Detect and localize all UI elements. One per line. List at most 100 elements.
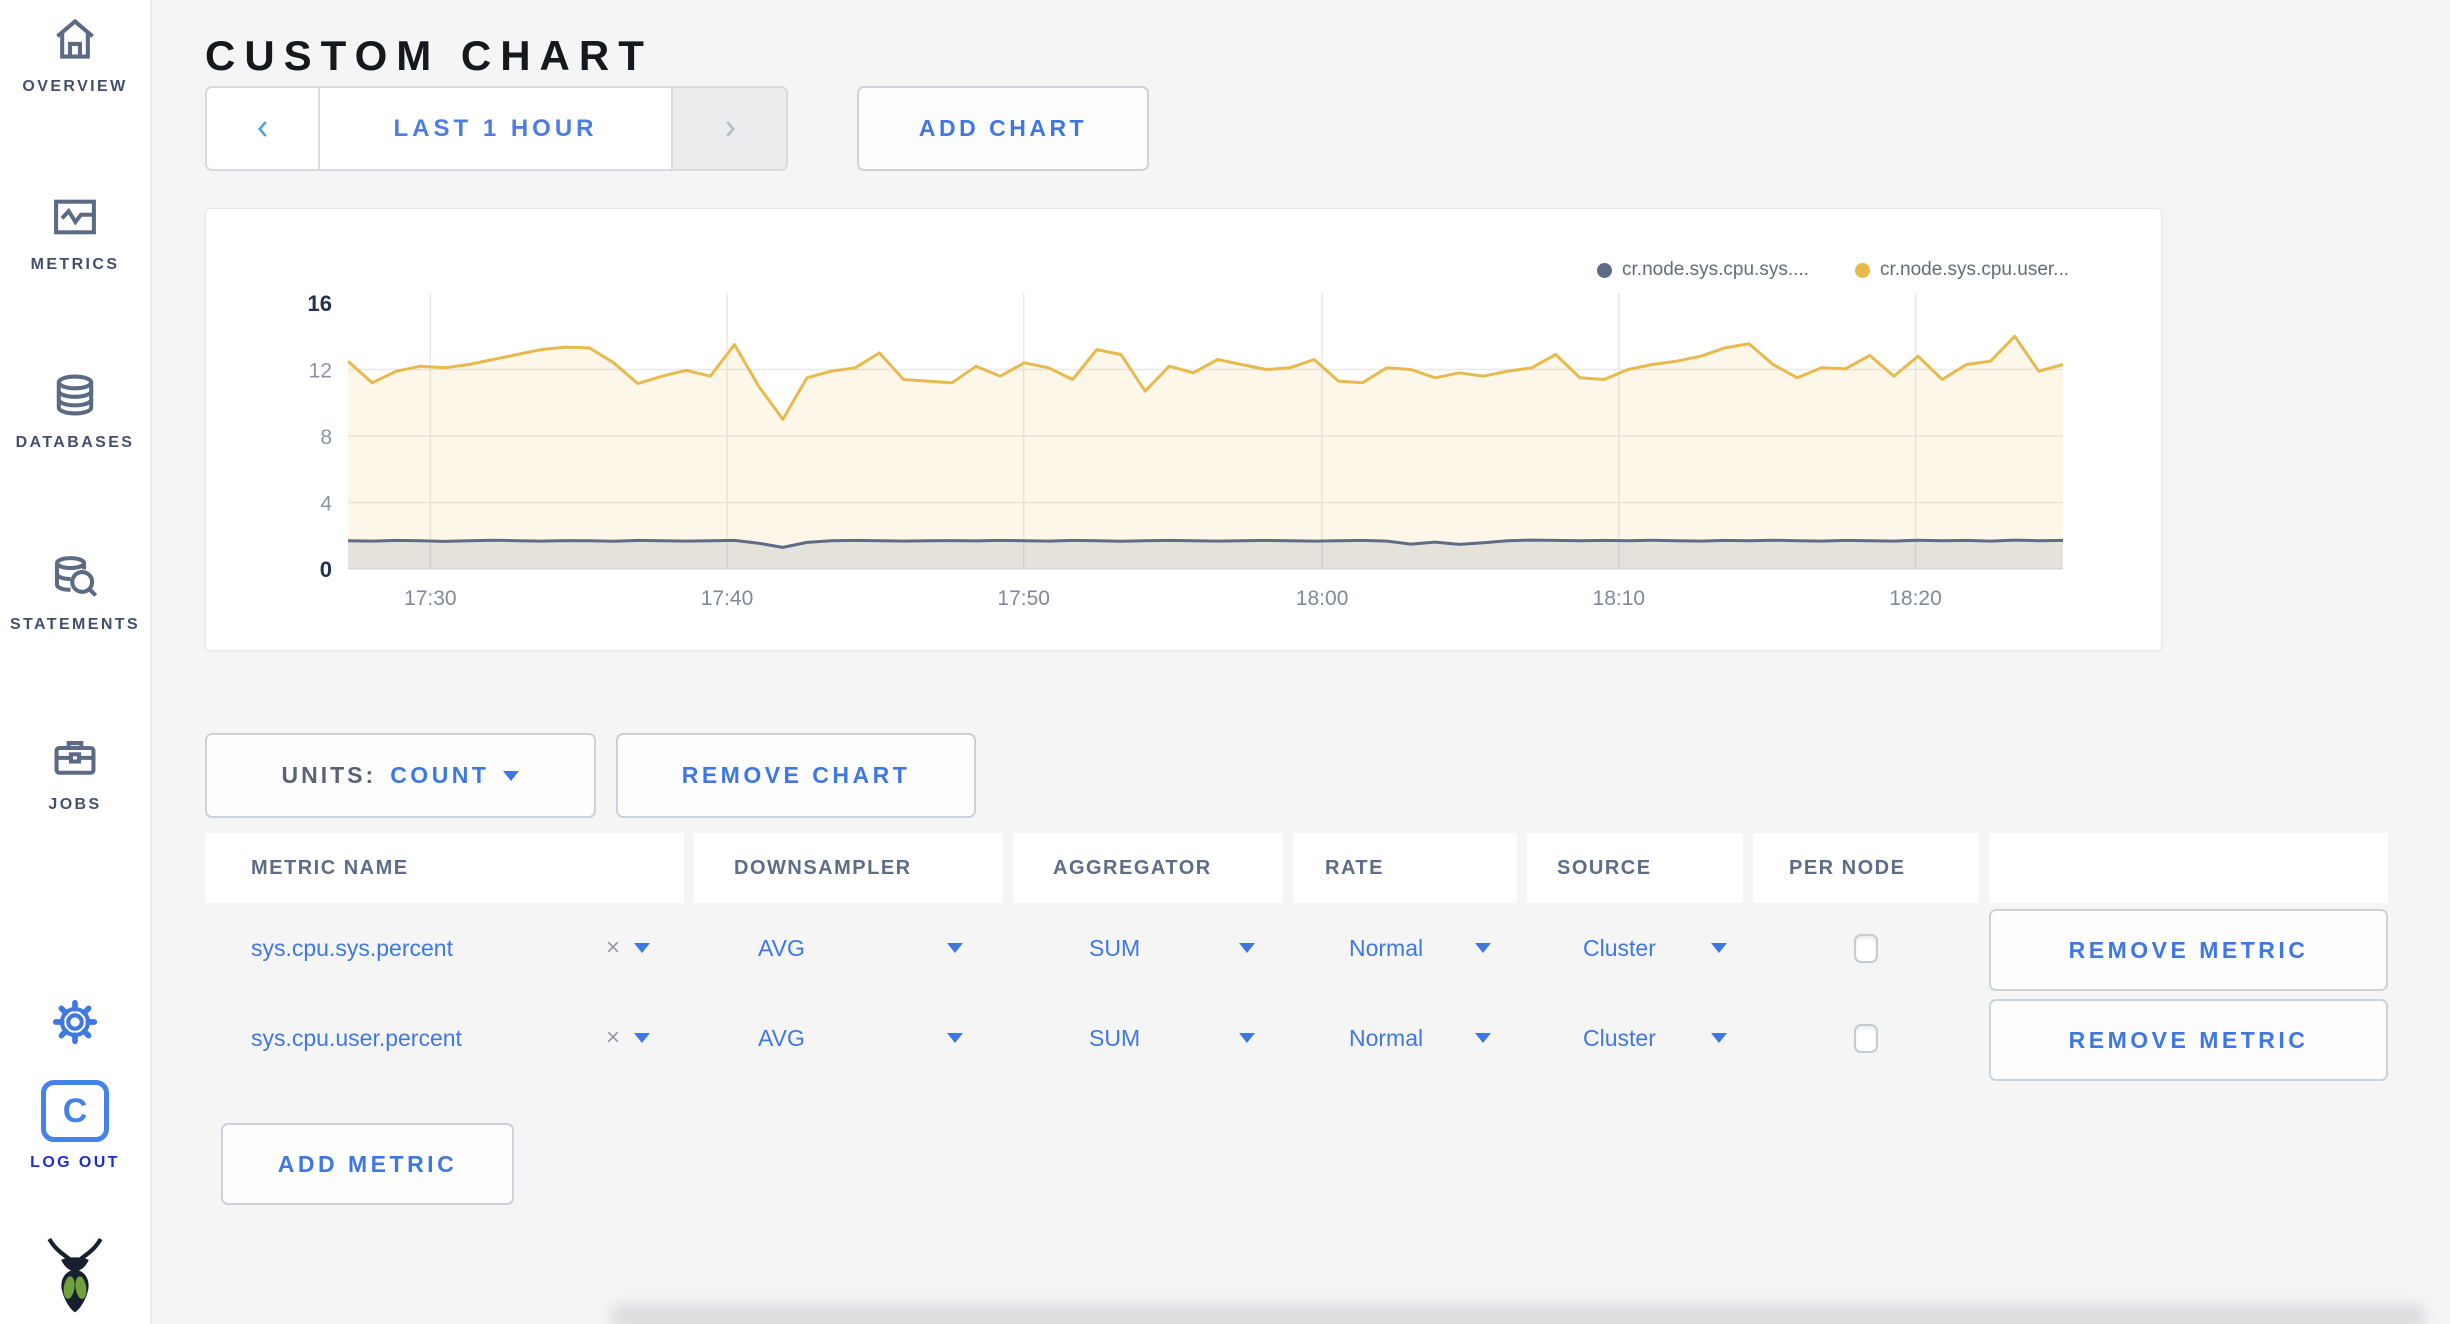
svg-text:18:00: 18:00	[1296, 587, 1349, 610]
per-node-checkbox[interactable]	[1854, 1023, 1878, 1053]
column-header: PER NODE	[1753, 833, 1979, 903]
legend-dot	[1597, 262, 1613, 278]
clear-metric-icon[interactable]: ×	[606, 1024, 620, 1052]
chevron-down-icon[interactable]	[634, 943, 650, 953]
column-header	[1989, 833, 2388, 903]
sidebar-item-label: STATEMENTS	[9, 616, 141, 633]
jobs-briefcase-icon	[54, 741, 96, 775]
sidebar-item-metrics[interactable]: METRICS	[0, 190, 150, 274]
source-cell: Cluster	[1527, 903, 1743, 993]
aggregator-value: SUM	[1089, 1024, 1141, 1051]
svg-text:17:40: 17:40	[701, 587, 754, 610]
sidebar-item-databases[interactable]: DATABASES	[0, 368, 150, 452]
svg-text:17:50: 17:50	[997, 587, 1050, 610]
bottom-scroll-shadow	[610, 1304, 2426, 1324]
downsampler-dropdown[interactable]: AVG	[758, 1025, 963, 1052]
svg-text:4: 4	[320, 493, 332, 516]
sidebar-item-jobs[interactable]: JOBS	[0, 730, 150, 814]
svg-text:0: 0	[320, 557, 332, 582]
chevron-down-icon	[1711, 943, 1727, 953]
sidebar-item-statements[interactable]: STATEMENTS	[0, 550, 150, 634]
aggregator-dropdown[interactable]: SUM	[1089, 1025, 1255, 1052]
downsampler-cell: AVG	[694, 903, 1003, 993]
remove-metric-button[interactable]: REMOVE METRIC	[1989, 999, 2388, 1081]
sidebar-item-label: OVERVIEW	[22, 78, 128, 95]
sidebar-item-logout[interactable]: C LOG OUT	[0, 1080, 150, 1172]
svg-text:8: 8	[320, 426, 332, 449]
metrics-graph-icon	[54, 199, 96, 235]
aggregator-value: SUM	[1089, 934, 1141, 961]
chevron-down-icon	[1239, 943, 1255, 953]
legend-item: cr.node.sys.cpu.user...	[1854, 259, 2069, 281]
downsampler-cell: AVG	[694, 993, 1003, 1083]
statements-search-icon	[54, 556, 98, 597]
legend-label: cr.node.sys.cpu.user...	[1879, 259, 2069, 280]
legend-item: cr.node.sys.cpu.sys....	[1597, 259, 1809, 281]
column-header: SOURCE	[1527, 833, 1743, 903]
chart-card: cr.node.sys.cpu.sys.... cr.node.sys.cpu.…	[205, 208, 2162, 651]
aggregator-dropdown[interactable]: SUM	[1089, 935, 1255, 962]
sidebar-item-label: DATABASES	[15, 434, 135, 451]
metrics-table: METRIC NAME DOWNSAMPLER AGGREGATOR RATE …	[205, 833, 2388, 1083]
chevron-down-icon	[947, 943, 963, 953]
legend-label: cr.node.sys.cpu.sys....	[1622, 259, 1809, 280]
database-icon	[56, 374, 94, 416]
table-row-metric-name: sys.cpu.user.percent ×	[205, 993, 684, 1083]
chevron-down-icon	[1475, 1033, 1491, 1043]
remove-metric-cell: REMOVE METRIC	[1989, 903, 2388, 993]
per-node-cell	[1753, 903, 1979, 993]
column-header: AGGREGATOR	[1013, 833, 1283, 903]
time-prev-button[interactable]	[207, 88, 320, 169]
add-metric-button[interactable]: ADD METRIC	[221, 1123, 514, 1205]
units-label: UNITS:	[281, 762, 377, 788]
svg-text:16: 16	[308, 291, 332, 316]
chevron-down-icon[interactable]	[634, 1033, 650, 1043]
downsampler-value: AVG	[758, 934, 805, 961]
time-range-dropdown[interactable]: LAST 1 HOUR	[320, 88, 671, 169]
source-dropdown[interactable]: Cluster	[1583, 1025, 1727, 1052]
metric-name-value[interactable]: sys.cpu.user.percent	[251, 1025, 462, 1052]
source-value: Cluster	[1583, 934, 1656, 961]
chevron-left-icon	[257, 120, 267, 137]
units-dropdown[interactable]: UNITS: COUNT	[205, 733, 596, 818]
aggregator-cell: SUM	[1013, 993, 1283, 1083]
per-node-checkbox[interactable]	[1854, 933, 1878, 963]
add-chart-button[interactable]: ADD CHART	[857, 86, 1149, 171]
source-dropdown[interactable]: Cluster	[1583, 935, 1727, 962]
column-header: METRIC NAME	[205, 833, 684, 903]
sidebar-item-label: METRICS	[30, 256, 120, 273]
rate-dropdown[interactable]: Normal	[1349, 935, 1491, 962]
downsampler-dropdown[interactable]: AVG	[758, 935, 963, 962]
sidebar-item-label: JOBS	[48, 796, 102, 813]
chevron-right-icon	[725, 120, 735, 137]
time-next-button[interactable]	[671, 88, 786, 169]
column-header: RATE	[1293, 833, 1517, 903]
gear-icon	[52, 999, 98, 1045]
remove-metric-button[interactable]: REMOVE METRIC	[1989, 909, 2388, 991]
metric-name-value[interactable]: sys.cpu.sys.percent	[251, 935, 453, 962]
page-title: CUSTOM CHART	[205, 32, 653, 80]
sidebar-item-overview[interactable]: OVERVIEW	[0, 12, 150, 96]
rate-dropdown[interactable]: Normal	[1349, 1025, 1491, 1052]
downsampler-value: AVG	[758, 1024, 805, 1051]
rate-cell: Normal	[1293, 903, 1517, 993]
svg-text:18:20: 18:20	[1889, 587, 1942, 610]
chevron-down-icon	[947, 1033, 963, 1043]
clear-metric-icon[interactable]: ×	[606, 934, 620, 962]
remove-chart-button[interactable]: REMOVE CHART	[616, 733, 976, 818]
table-row-metric-name: sys.cpu.sys.percent ×	[205, 903, 684, 993]
legend-dot	[1854, 262, 1870, 278]
chevron-down-icon	[1711, 1033, 1727, 1043]
remove-metric-cell: REMOVE METRIC	[1989, 993, 2388, 1083]
svg-text:18:10: 18:10	[1593, 587, 1646, 610]
custom-chart-page: OVERVIEW METRICS DATABASES STATEMENTS JO…	[0, 0, 2450, 1324]
sidebar-brand	[0, 1226, 150, 1318]
rate-cell: Normal	[1293, 993, 1517, 1083]
chevron-down-icon	[503, 770, 520, 781]
sidebar-item-settings[interactable]	[0, 996, 150, 1048]
svg-text:17:30: 17:30	[404, 587, 457, 610]
rate-value: Normal	[1349, 934, 1424, 961]
per-node-cell	[1753, 993, 1979, 1083]
chevron-down-icon	[1239, 1033, 1255, 1043]
chevron-down-icon	[1475, 943, 1491, 953]
